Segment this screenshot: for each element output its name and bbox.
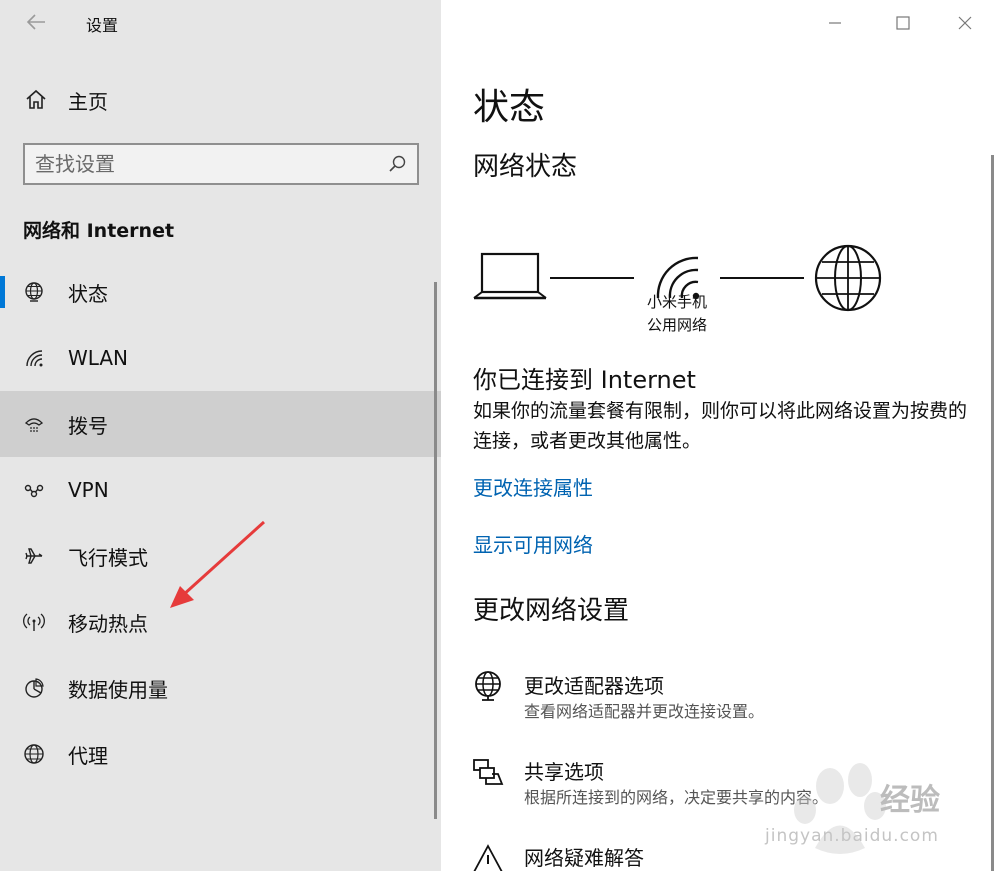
home-label: 主页 — [68, 89, 108, 114]
globe-status-icon — [22, 280, 46, 304]
globe-icon — [22, 742, 46, 766]
back-button[interactable] — [18, 8, 54, 36]
show-available-networks-link[interactable]: 显示可用网络 — [473, 529, 593, 558]
sidebar-item-label: WLAN — [68, 346, 129, 370]
dialup-icon — [22, 412, 46, 436]
home-nav-item[interactable]: 主页 — [0, 78, 441, 122]
content-scrollbar[interactable] — [991, 155, 994, 871]
page-title: 状态 — [473, 87, 546, 128]
adapter-icon — [475, 671, 501, 701]
sidebar-item-wlan[interactable]: WLAN — [0, 325, 441, 391]
settings-sidebar: 设置 主页 网络和 Internet 状态 WLAN 拨号 VPN — [0, 0, 441, 871]
maximize-button[interactable] — [883, 6, 923, 40]
title-bar: 设置 — [0, 0, 441, 46]
option-title: 网络疑难解答 — [524, 846, 644, 870]
sidebar-item-label: 状态 — [68, 281, 108, 306]
close-icon — [958, 16, 972, 30]
minimize-icon — [829, 22, 841, 24]
watermark-url: jingyan.baidu.com — [765, 826, 939, 846]
change-network-settings-heading: 更改网络设置 — [473, 596, 630, 626]
hotspot-icon — [22, 610, 46, 634]
selection-indicator — [0, 276, 5, 308]
search-input[interactable] — [35, 145, 375, 183]
data-usage-icon — [22, 676, 46, 700]
connection-status-title: 你已连接到 Internet — [473, 366, 696, 394]
back-arrow-icon — [26, 14, 45, 30]
search-icon[interactable] — [387, 154, 407, 174]
option-change-adapter[interactable]: 更改适配器选项 查看网络适配器并更改连接设置。 — [472, 670, 972, 730]
app-title: 设置 — [86, 16, 119, 35]
minimize-button[interactable] — [815, 6, 855, 40]
internet-globe-icon — [814, 244, 882, 312]
maximize-icon — [896, 16, 910, 30]
home-icon — [26, 89, 46, 109]
sharing-icon — [473, 759, 504, 785]
airplane-icon — [22, 544, 46, 568]
laptop-icon — [473, 252, 547, 300]
watermark-brand: 经验 — [880, 783, 940, 818]
network-type: 公用网络 — [646, 316, 707, 334]
sidebar-item-label: 数据使用量 — [68, 677, 168, 702]
sidebar-item-label: 飞行模式 — [68, 545, 148, 570]
sidebar-item-data-usage[interactable]: 数据使用量 — [0, 655, 441, 721]
option-title: 共享选项 — [524, 760, 604, 784]
wifi-icon — [22, 346, 46, 370]
connection-status-description: 如果你的流量套餐有限制，则你可以将此网络设置为按费的连接，或者更改其他属性。 — [473, 400, 968, 452]
sidebar-item-dialup[interactable]: 拨号 — [0, 391, 441, 457]
sidebar-item-vpn[interactable]: VPN — [0, 457, 441, 523]
network-name: 小米手机 — [646, 293, 707, 311]
sidebar-item-label: 代理 — [68, 743, 108, 768]
vpn-icon — [22, 478, 46, 502]
sidebar-item-label: 移动热点 — [68, 611, 148, 636]
sidebar-scrollbar[interactable] — [434, 282, 437, 819]
option-title: 更改适配器选项 — [524, 674, 664, 698]
sidebar-item-label: 拨号 — [68, 413, 108, 438]
sidebar-item-status[interactable]: 状态 — [0, 259, 441, 325]
network-name-label: 小米手机 公用网络 — [637, 291, 717, 337]
sidebar-item-proxy[interactable]: 代理 — [0, 721, 441, 787]
change-connection-properties-link[interactable]: 更改连接属性 — [473, 472, 593, 501]
network-status-heading: 网络状态 — [473, 152, 578, 182]
search-box[interactable] — [23, 143, 419, 185]
section-title: 网络和 Internet — [23, 220, 175, 242]
close-button[interactable] — [945, 6, 985, 40]
option-description: 查看网络适配器并更改连接设置。 — [524, 702, 765, 721]
annotation-arrow-icon — [170, 520, 266, 608]
sidebar-item-label: VPN — [68, 478, 109, 502]
warning-icon — [473, 844, 503, 871]
